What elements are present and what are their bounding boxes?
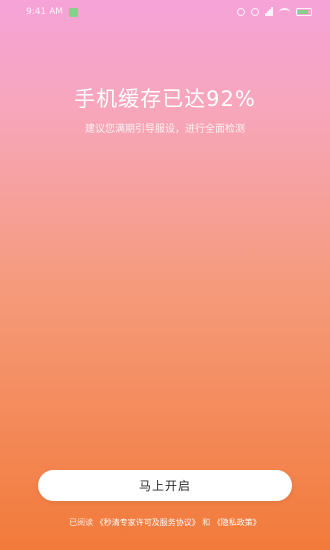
agreement-and: 和 bbox=[202, 518, 211, 527]
agreement-prefix: 已阅读 bbox=[69, 518, 94, 527]
service-agreement-link[interactable]: 《秒清专家许可及服务协议》 bbox=[96, 518, 200, 527]
alarm-icon bbox=[237, 7, 245, 16]
vibrate-icon bbox=[251, 7, 259, 16]
cache-headline: 手机缓存已达92% bbox=[74, 87, 256, 111]
privacy-policy-link[interactable]: 《隐私政策》 bbox=[213, 518, 261, 527]
wifi-icon bbox=[279, 7, 290, 16]
status-left: 9:41 AM bbox=[26, 7, 78, 17]
status-bar: 9:41 AM bbox=[0, 0, 330, 28]
agreement-text: 已阅读 《秒清专家许可及服务协议》 和 《隐私政策》 bbox=[0, 517, 330, 528]
status-time: 9:41 AM bbox=[26, 7, 63, 17]
signal-icon bbox=[265, 7, 273, 16]
app-screen: 9:41 AM 手机缓存已达92% 建议您满期引导服设，进行全面检测 马上开启 … bbox=[0, 0, 330, 550]
cache-subtitle: 建议您满期引导服设，进行全面检测 bbox=[85, 124, 245, 135]
start-now-button[interactable]: 马上开启 bbox=[38, 470, 292, 501]
battery-icon bbox=[296, 7, 312, 16]
app-notification-icon bbox=[69, 7, 78, 17]
status-right bbox=[237, 7, 312, 16]
